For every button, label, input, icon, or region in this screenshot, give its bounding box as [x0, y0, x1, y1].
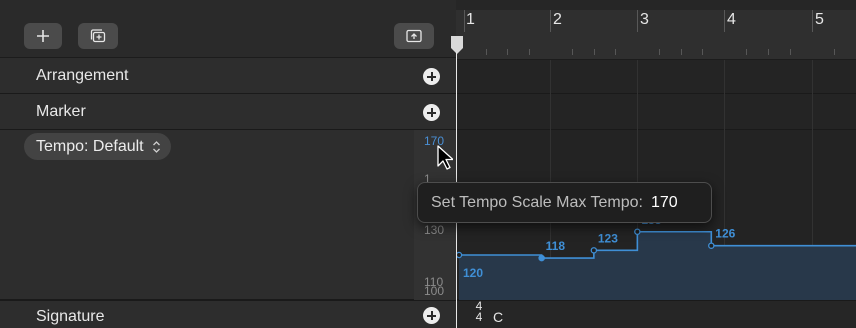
beat-tick [615, 49, 616, 55]
beat-tick [486, 49, 487, 55]
mouse-cursor-icon [437, 145, 453, 170]
tempo-scale-min-value[interactable]: 100 [424, 284, 444, 298]
tempo-curve-fill [459, 231, 856, 300]
plus-icon [37, 30, 49, 42]
beat-tick [746, 49, 747, 55]
ruler-bar-line [464, 10, 465, 32]
arrangement-track-label: Arrangement [36, 67, 129, 84]
tempo-point-label: 123 [598, 231, 618, 245]
playhead-handle-icon[interactable] [450, 34, 464, 56]
ruler-bar-1: 1 [466, 11, 475, 28]
beat-tick [681, 49, 682, 55]
tempo-set-selector[interactable]: Tempo: Default [24, 133, 171, 160]
beat-tick [702, 49, 703, 55]
signature-add-icon[interactable] [423, 307, 440, 324]
duplicate-track-button[interactable] [78, 23, 118, 49]
collapse-global-tracks-button[interactable] [394, 23, 434, 49]
time-signature[interactable]: 4 4 [474, 300, 484, 324]
ruler-bar-line [724, 10, 725, 32]
beat-tick [834, 49, 835, 55]
marker-track-header[interactable]: Marker [0, 94, 456, 130]
duplicate-track-icon [90, 29, 106, 43]
signature-track-label: Signature [36, 308, 105, 325]
tempo-point[interactable] [708, 242, 715, 249]
up-down-chevron-icon [152, 140, 160, 153]
ruler-bar-line [637, 10, 638, 32]
tempo-point[interactable] [634, 228, 641, 236]
ruler-bar-line [550, 10, 551, 32]
beat-tick [529, 49, 530, 55]
collapse-global-tracks-icon [406, 29, 422, 43]
tempo-scale-mid-label: 130 [424, 223, 445, 237]
beat-tick [768, 49, 769, 55]
tempo-point-label: 126 [715, 227, 735, 241]
tempo-track-header[interactable]: Tempo: Default 170 1 130 110 100 [0, 130, 456, 300]
tempo-point-label: 120 [463, 266, 483, 280]
ruler-bar-5: 5 [815, 11, 824, 28]
arrangement-track-header[interactable]: Arrangement [0, 58, 456, 94]
beat-tick [659, 49, 660, 55]
global-tracks-toolbar [0, 0, 456, 58]
ruler-bar-line [812, 10, 813, 32]
marker-lane[interactable] [456, 94, 856, 130]
tempo-point[interactable] [456, 251, 463, 259]
track-headers-panel: Arrangement Marker Tempo: Default 170 1 … [0, 0, 456, 328]
signature-lane[interactable]: 4 4 C [456, 300, 856, 328]
ruler-bar-3: 3 [640, 11, 649, 28]
arrangement-add-icon[interactable] [423, 68, 440, 85]
tooltip-label: Set Tempo Scale Max Tempo: [431, 193, 643, 211]
tempo-scale-tooltip: Set Tempo Scale Max Tempo: 170 [417, 182, 712, 223]
timeline-area[interactable]: 1 2 3 4 5 120 118 123 1 3 5 126 4 [451, 0, 856, 328]
signature-track-header[interactable]: Signature [0, 300, 456, 328]
ruler-bar-2: 2 [553, 11, 562, 28]
tooltip-value: 170 [650, 193, 678, 211]
time-signature-denominator: 4 [475, 310, 483, 324]
bar-ruler[interactable]: 1 2 3 4 5 [456, 10, 856, 60]
beat-tick [572, 49, 573, 55]
marker-add-icon[interactable] [423, 104, 440, 121]
add-track-button[interactable] [24, 23, 62, 49]
arrangement-lane[interactable] [456, 60, 856, 94]
tempo-point[interactable] [590, 247, 598, 254]
key-signature[interactable]: C [493, 309, 503, 325]
ruler-bar-4: 4 [727, 11, 736, 28]
tempo-point-label: 118 [546, 239, 566, 253]
beat-tick [507, 49, 508, 55]
beat-tick [790, 49, 791, 55]
marker-track-label: Marker [36, 103, 86, 120]
beat-tick [594, 49, 595, 55]
tempo-set-label: Tempo: Default [36, 137, 144, 155]
tempo-point[interactable] [538, 254, 545, 262]
